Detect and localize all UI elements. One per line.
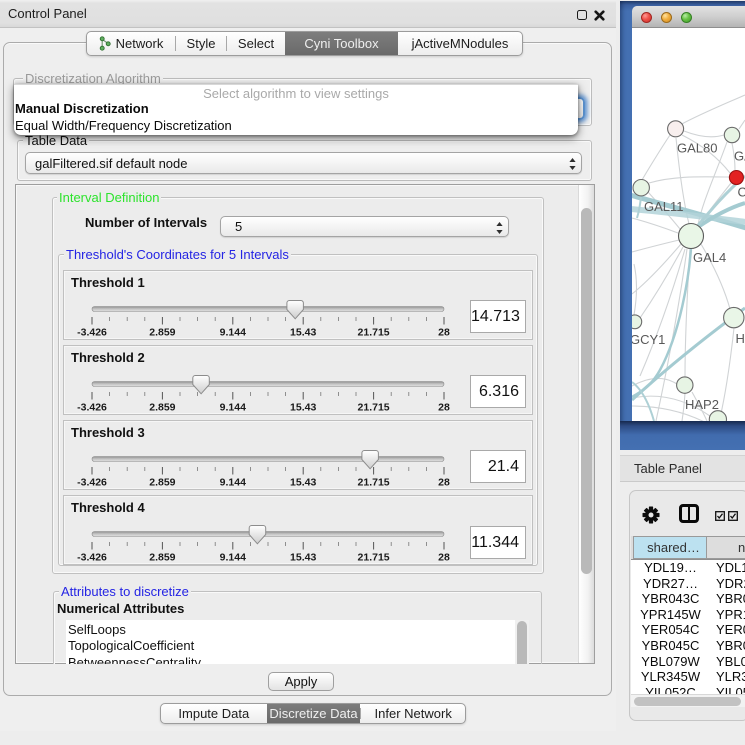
- svg-text:GAL4: GAL4: [693, 250, 726, 265]
- svg-text:C: C: [738, 185, 745, 200]
- svg-text:2.859: 2.859: [149, 476, 175, 488]
- svg-text:GAL11: GAL11: [644, 199, 684, 214]
- svg-text:15.43: 15.43: [290, 552, 316, 564]
- svg-text:-3.426: -3.426: [77, 326, 107, 338]
- svg-text:GAL80: GAL80: [677, 141, 717, 156]
- svg-text:15.43: 15.43: [290, 476, 316, 488]
- svg-text:-3.426: -3.426: [77, 401, 107, 413]
- svg-text:-3.426: -3.426: [77, 476, 107, 488]
- svg-text:H: H: [736, 331, 745, 346]
- svg-text:2.859: 2.859: [149, 401, 175, 413]
- svg-text:21.715: 21.715: [358, 326, 390, 338]
- svg-text:21.715: 21.715: [358, 401, 390, 413]
- svg-text:9.144: 9.144: [220, 401, 246, 413]
- svg-text:GA: GA: [734, 149, 745, 164]
- svg-text:-3.426: -3.426: [77, 552, 107, 564]
- svg-text:15.43: 15.43: [290, 326, 316, 338]
- svg-text:21.715: 21.715: [358, 552, 390, 564]
- svg-text:9.144: 9.144: [220, 326, 246, 338]
- svg-text:28: 28: [438, 552, 450, 564]
- svg-text:28: 28: [438, 326, 450, 338]
- svg-text:15.43: 15.43: [290, 401, 316, 413]
- svg-text:28: 28: [438, 476, 450, 488]
- svg-text:21.715: 21.715: [358, 476, 390, 488]
- svg-text:2.859: 2.859: [149, 326, 175, 338]
- svg-text:HAP2: HAP2: [685, 397, 719, 412]
- svg-text:GCY1: GCY1: [632, 332, 665, 347]
- svg-text:9.144: 9.144: [220, 476, 246, 488]
- svg-text:2.859: 2.859: [149, 552, 175, 564]
- svg-text:28: 28: [438, 401, 450, 413]
- svg-text:9.144: 9.144: [220, 552, 246, 564]
